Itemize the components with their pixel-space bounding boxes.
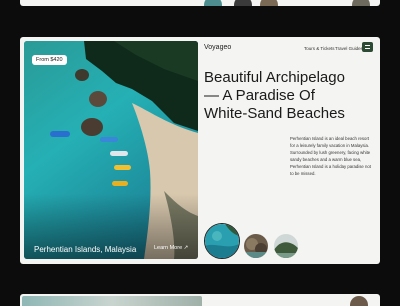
thumbnail-image <box>234 0 252 6</box>
menu-icon <box>365 45 370 46</box>
brand-logo[interactable]: Voyageo <box>204 44 231 51</box>
page-title: Beautiful Archipelago — A Paradise Of Wh… <box>204 69 345 122</box>
location-label: Perhentian Islands, Malaysia <box>34 245 137 254</box>
island-hill-image <box>274 234 298 258</box>
menu-button[interactable] <box>362 42 373 52</box>
hero-photo[interactable]: From $420 Perhentian Islands, Malaysia L… <box>24 41 198 259</box>
learn-more-link[interactable]: Learn More ↗ <box>154 245 188 251</box>
rocky-shore-image <box>244 234 268 258</box>
nav-link-guides[interactable]: Travel Guides <box>335 46 363 51</box>
beach-aerial-image <box>24 41 198 259</box>
thumbnail-image <box>260 0 278 6</box>
next-hero-photo <box>22 296 202 306</box>
nav-link-tours[interactable]: Tours & Tickets <box>304 46 335 51</box>
thumbnail-rocky-shore[interactable] <box>244 234 268 258</box>
lagoon-image <box>205 224 239 258</box>
price-badge: From $420 <box>32 55 67 65</box>
next-card-edge <box>20 294 380 306</box>
previous-card-edge <box>20 0 380 6</box>
destination-card: From $420 Perhentian Islands, Malaysia L… <box>20 37 380 264</box>
thumbnail-lagoon[interactable] <box>204 223 240 259</box>
description-text: Perhentian Island is an ideal beach reso… <box>290 136 371 176</box>
thumbnail-image <box>350 296 368 306</box>
thumbnail-image <box>352 0 370 6</box>
thumbnail-image <box>204 0 222 6</box>
thumbnail-island-hill[interactable] <box>274 234 298 258</box>
